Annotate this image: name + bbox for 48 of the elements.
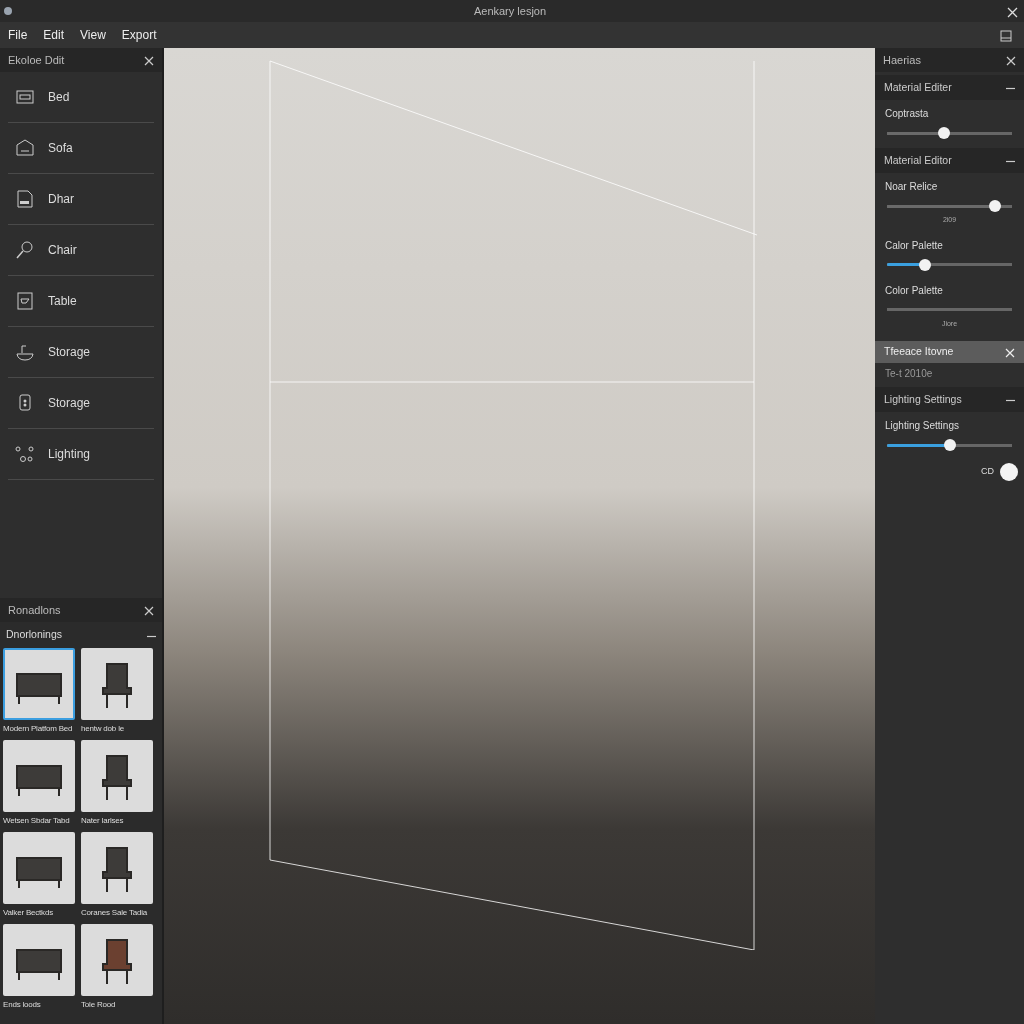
toggle-switch[interactable] <box>1000 463 1018 481</box>
info-text: Te-t 2010e <box>884 367 934 381</box>
item-caption: Wetsen Sbdar Tabd <box>3 815 71 827</box>
item-caption: Tole Rood <box>81 999 117 1011</box>
menu-item[interactable]: View <box>72 26 114 44</box>
category-item[interactable]: Storage <box>8 327 154 378</box>
item-caption: Coranes Sale Tadia <box>81 907 149 919</box>
window-title: Aenkary lesjon <box>473 3 547 19</box>
slider-label: Coptrasta <box>884 107 930 121</box>
category-icon <box>14 443 36 465</box>
panel-title: Ronadlons <box>8 602 61 618</box>
item-caption: Modern Platfom Bed <box>3 723 74 735</box>
section-title: Material Editer <box>884 79 952 95</box>
category-item[interactable]: Chair <box>8 225 154 276</box>
slider-thumb[interactable] <box>943 439 956 451</box>
slider-thumb[interactable] <box>988 200 1001 212</box>
category-item[interactable]: Lighting <box>8 429 154 480</box>
category-icon <box>14 239 36 261</box>
slider-label: Calor Palette <box>884 238 944 253</box>
slider-label: Noar Relice <box>884 180 939 194</box>
category-item[interactable]: Sofa <box>8 123 154 174</box>
item-caption: Ends loods <box>3 999 42 1011</box>
slider-thumb[interactable] <box>937 127 950 139</box>
panel-title: Haerias <box>883 52 921 68</box>
menu-item[interactable]: File <box>0 26 36 44</box>
menu-item[interactable]: Export <box>113 26 165 44</box>
panel-title: Ekoloe Ddit <box>8 52 65 68</box>
app-icon <box>3 6 13 16</box>
section-title: Material Editor <box>884 152 952 168</box>
category-icon <box>14 290 36 312</box>
category-item[interactable]: Dhar <box>8 174 154 225</box>
section-title: Dnorlonings <box>6 627 63 643</box>
item-caption: Nater larlses <box>81 815 125 827</box>
slider-label: Color Palette <box>884 283 944 298</box>
menu-item[interactable]: Edit <box>35 26 73 44</box>
section-title: Lighting Settings <box>884 391 962 407</box>
category-icon <box>14 188 36 210</box>
slider-label: Lighting Settings <box>884 419 960 433</box>
toggle-label: CD <box>981 465 994 479</box>
category-item[interactable]: Table <box>8 276 154 327</box>
panel-title: Tfeeace Itovne <box>884 344 954 360</box>
item-caption: hentw dob le <box>81 723 125 735</box>
item-caption: Valker Bectkds <box>3 907 54 919</box>
panel-icon[interactable] <box>1000 27 1012 43</box>
category-icon <box>14 137 36 159</box>
slider-thumb[interactable] <box>918 258 931 271</box>
category-item[interactable]: Storage <box>8 378 154 429</box>
category-item[interactable]: Bed <box>8 72 154 123</box>
